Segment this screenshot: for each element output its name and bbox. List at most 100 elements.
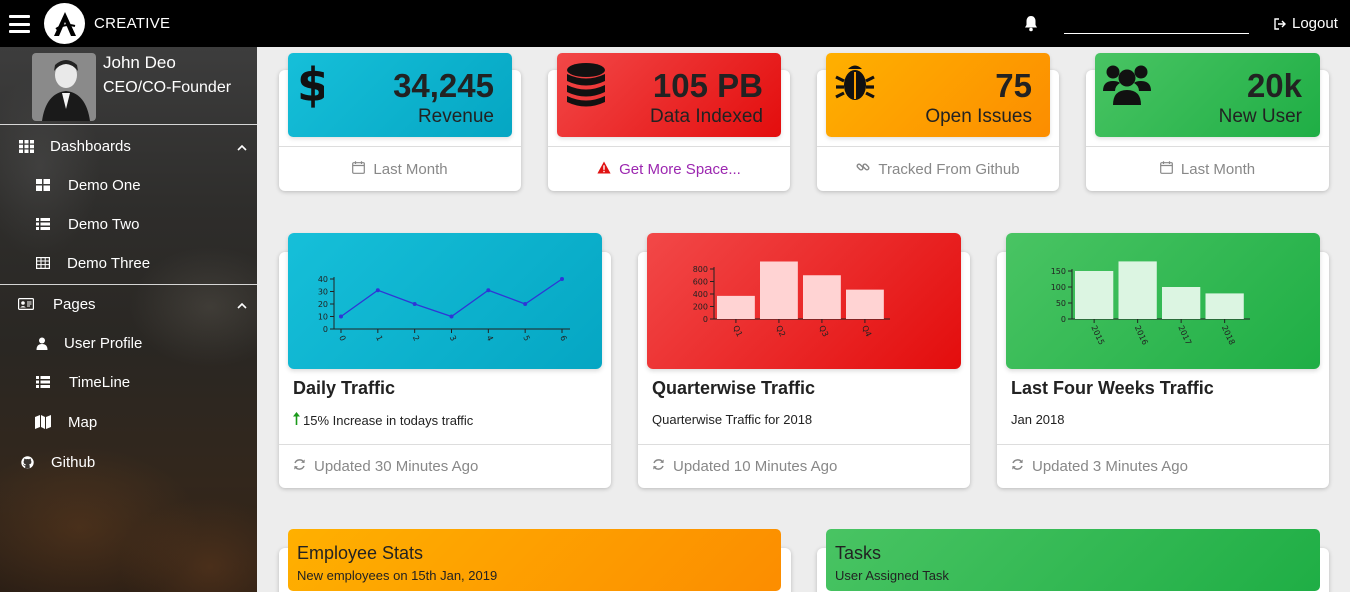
top-navbar: CREATIVE Logout — [0, 0, 1350, 47]
x-tick-label: Q3 — [817, 324, 830, 338]
daily-traffic-line-chart: 0 10 20 30 40 0 1 2 3 4 5 6 — [318, 275, 570, 342]
stat-footer: Last Month — [1086, 146, 1329, 191]
x-tick-label: 4 — [485, 334, 495, 342]
menu-toggle-icon[interactable] — [9, 15, 30, 33]
stat-footer: Tracked From Github — [817, 146, 1059, 191]
sidebar-item-demo-one[interactable]: Demo One — [0, 174, 257, 196]
x-tick-label: 2016 — [1133, 324, 1150, 346]
sidebar-item-label: Demo Three — [67, 254, 151, 272]
avatar[interactable] — [32, 53, 96, 121]
data-point — [412, 302, 417, 306]
x-tick-label: Q1 — [731, 324, 744, 338]
logout-button[interactable]: Logout — [1274, 15, 1338, 32]
x-tick-label: 5 — [521, 334, 531, 342]
x-tick-label: 1 — [374, 334, 384, 342]
chart-subtitle: 15% Increase in todays traffic — [293, 412, 473, 428]
stat-header-open-issues: 75 Open Issues — [826, 53, 1050, 137]
sidebar-item-label: Github — [51, 453, 96, 471]
sidebar-item-dashboards[interactable]: Dashboards — [0, 135, 257, 157]
brand-logo[interactable] — [44, 3, 85, 44]
stat-header-new-user: 20k New User — [1095, 53, 1320, 137]
sidebar-item-label: TimeLine — [69, 373, 131, 391]
stat-value: 75 — [995, 67, 1032, 104]
stat-footer-text: Last Month — [373, 160, 448, 178]
y-tick-label: 20 — [318, 300, 328, 309]
chart-footer: Updated 3 Minutes Ago — [997, 444, 1329, 487]
stat-footer: Last Month — [279, 146, 521, 191]
sidebar-item-label: User Profile — [64, 334, 143, 352]
sidebar-item-pages[interactable]: Pages — [0, 293, 257, 315]
chart-header-daily-traffic: 0 10 20 30 40 0 1 2 3 4 5 6 — [288, 233, 602, 369]
card-subtitle: New employees on 15th Jan, 2019 — [297, 568, 498, 583]
last-four-weeks-bar-chart: 0 50 100 150 2015 2016 2017 2018 — [1051, 261, 1250, 346]
chart-footer-text: Updated 3 Minutes Ago — [1032, 457, 1188, 475]
chart-footer: Updated 30 Minutes Ago — [279, 444, 611, 487]
sidebar-item-timeline[interactable]: TimeLine — [0, 371, 257, 393]
search-input[interactable] — [1064, 12, 1249, 34]
chart-subtitle: Jan 2018 — [1011, 412, 1065, 427]
sidebar-item-user-profile[interactable]: User Profile — [0, 332, 257, 354]
user-name: John Deo — [103, 53, 176, 72]
user-role: CEO/CO-Founder — [103, 79, 232, 96]
sidebar-item-demo-two[interactable]: Demo Two — [0, 213, 257, 235]
data-point — [339, 314, 343, 319]
stat-header-revenue: $ 34,245 Revenue — [288, 53, 512, 137]
chart-title: Quarterwise Traffic — [652, 378, 816, 398]
x-tick-label: 0 — [337, 334, 347, 342]
x-tick-label: Q2 — [774, 324, 787, 338]
sidebar-item-demo-three[interactable]: Demo Three — [0, 252, 257, 274]
sidebar: John Deo CEO/CO-Founder Dashboards Demo … — [0, 47, 257, 592]
arrow-up-icon — [293, 412, 300, 428]
chart-subtitle-text: 15% Increase in todays traffic — [303, 412, 474, 428]
y-tick-label: 30 — [318, 288, 328, 297]
link-icon — [856, 160, 870, 178]
bug-icon — [834, 61, 876, 110]
employee-stats-header: Employee Stats New employees on 15th Jan… — [288, 529, 781, 591]
chart-footer: Updated 10 Minutes Ago — [638, 444, 970, 487]
bar — [760, 261, 798, 319]
sidebar-item-map[interactable]: Map — [0, 411, 257, 433]
card-subtitle: User Assigned Task — [835, 568, 949, 583]
chart-footer-text: Updated 30 Minutes Ago — [314, 457, 479, 475]
y-tick-label: 10 — [318, 313, 328, 322]
stat-footer[interactable]: Get More Space... — [548, 146, 790, 191]
stat-label: New User — [1218, 106, 1302, 127]
y-tick-label: 150 — [1051, 267, 1066, 276]
chart-title: Daily Traffic — [293, 378, 396, 398]
brand-name[interactable]: CREATIVE — [94, 15, 170, 32]
sidebar-item-label: Pages — [53, 295, 96, 313]
y-tick-label: 0 — [323, 325, 328, 334]
user-profile-panel: John Deo CEO/CO-Founder — [0, 47, 257, 125]
y-tick-label: 800 — [693, 265, 708, 274]
calendar-icon — [352, 160, 366, 178]
x-tick-label: 2 — [411, 334, 421, 342]
refresh-icon — [293, 458, 306, 475]
y-tick-label: 50 — [1056, 299, 1066, 308]
bar — [1205, 293, 1244, 319]
y-tick-label: 600 — [693, 278, 708, 287]
get-more-space-link[interactable]: Get More Space... — [619, 161, 741, 178]
sidebar-item-label: Demo Two — [68, 215, 140, 233]
svg-text:$: $ — [297, 61, 324, 109]
calendar-icon — [1159, 160, 1173, 178]
bar — [717, 295, 755, 319]
refresh-icon — [1011, 458, 1024, 475]
stat-value: 34,245 — [393, 67, 494, 104]
sidebar-item-label: Dashboards — [50, 137, 131, 155]
notification-bell-icon[interactable] — [1023, 15, 1039, 32]
bar — [1162, 287, 1201, 319]
stat-label: Open Issues — [925, 106, 1032, 127]
bar — [803, 275, 841, 319]
id-card-icon — [18, 297, 34, 311]
card-title: Employee Stats — [297, 543, 424, 563]
y-tick-label: 200 — [693, 303, 708, 312]
stat-value: 105 PB — [652, 67, 763, 104]
chart-subtitle: Quarterwise Traffic for 2018 — [652, 412, 813, 427]
data-point — [375, 288, 380, 293]
data-point — [486, 288, 491, 293]
data-point — [560, 277, 564, 281]
x-tick-label: 3 — [448, 334, 458, 342]
sidebar-item-github[interactable]: Github — [0, 451, 257, 473]
chart-header-quarterwise-traffic: 0 200 400 600 800 Q1 Q2 Q3 Q4 — [647, 233, 961, 369]
y-tick-label: 40 — [318, 275, 328, 284]
